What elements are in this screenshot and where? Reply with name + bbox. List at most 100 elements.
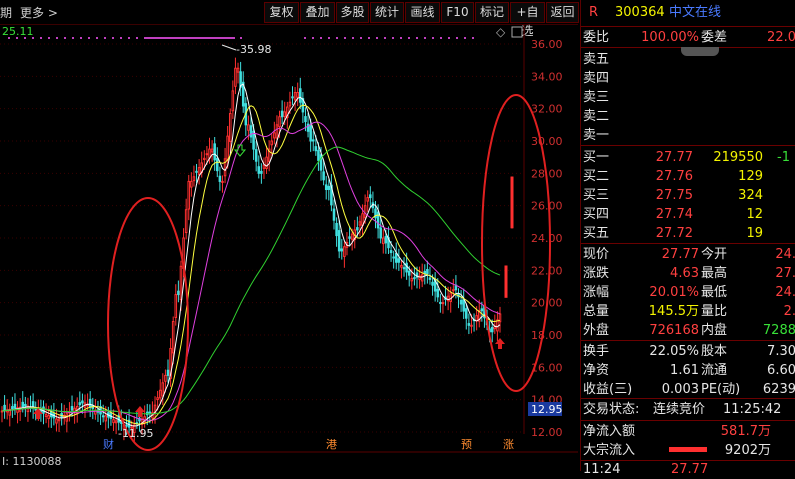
stat-value: 6.60	[767, 363, 795, 378]
candle-body	[262, 164, 266, 169]
candle-body	[3, 404, 6, 411]
candle-body	[366, 197, 369, 202]
signal-dot	[88, 37, 90, 39]
candle-body	[236, 67, 240, 73]
candle-body	[55, 418, 58, 424]
event-marker: 港	[326, 438, 337, 451]
stat-label: 收益(三)	[583, 382, 633, 397]
toolbar-button-0[interactable]: 复权	[264, 2, 299, 23]
candle-body	[112, 419, 115, 424]
axis-label: 12.00	[531, 426, 563, 439]
stock-name: 中文在线	[669, 5, 722, 20]
signal-dot	[416, 37, 418, 39]
signal-dot	[64, 37, 66, 39]
stat-value: 24.	[775, 285, 795, 300]
kline-chart[interactable]: 36.0034.0032.0030.0028.0026.0024.0022.00…	[0, 24, 578, 471]
axis-label: 34.00	[531, 70, 563, 83]
tick-time: 11:24	[583, 462, 621, 477]
signal-dot	[304, 37, 306, 39]
inflow-label: 净流入额	[583, 424, 636, 439]
toolbar-button-8[interactable]: 返回	[546, 2, 579, 23]
stat-value: 726168	[649, 323, 699, 338]
candle-body	[496, 319, 499, 332]
candle-body	[439, 301, 442, 304]
ma-value-label: 25.11	[2, 25, 34, 38]
candle-body	[57, 418, 61, 422]
candle-body	[278, 116, 281, 128]
candle-body	[203, 157, 206, 161]
candle-body	[34, 408, 37, 411]
candle-body	[70, 406, 74, 411]
stat-value: 0.003	[661, 382, 699, 397]
candle-body	[174, 294, 178, 318]
divider	[581, 145, 795, 146]
toolbar-button-7[interactable]: +自选	[510, 2, 545, 38]
stat-label: 换手	[583, 344, 610, 359]
weibi-value: 100.00%	[641, 30, 699, 45]
candle-body	[257, 166, 261, 174]
stat-label: 股本	[701, 344, 728, 359]
signal-dot	[352, 37, 354, 39]
candle-body	[420, 274, 424, 282]
divider	[581, 420, 795, 421]
candle-body	[195, 170, 198, 173]
candle-body	[510, 176, 514, 229]
candle-body	[260, 170, 263, 174]
buy-price: 27.75	[655, 188, 693, 203]
candle-body	[179, 265, 183, 301]
toolbar-button-2[interactable]: 多股	[336, 2, 369, 23]
buy-level-3: 买四 27.74 12	[581, 205, 795, 224]
stat-label: 最低	[701, 285, 728, 300]
candle-body	[156, 397, 159, 401]
candle-body	[228, 113, 232, 142]
candle-body	[369, 194, 372, 199]
candle-body	[348, 236, 351, 239]
stat-label: 外盘	[583, 323, 610, 338]
signal-dot	[96, 37, 98, 39]
axis-label: 26.00	[531, 200, 563, 213]
candle-body	[288, 101, 292, 107]
current-price-tag: 12.95	[531, 403, 563, 416]
candle-body	[197, 167, 201, 175]
divider	[581, 26, 795, 27]
signal-dot	[312, 37, 314, 39]
stat-value: 20.01%	[649, 285, 699, 300]
axis-label: 24.00	[531, 232, 563, 245]
signal-dot	[376, 37, 378, 39]
event-marker: 涨	[503, 438, 514, 451]
candle-body	[335, 222, 338, 237]
weibi-row: 委比 100.00% 委差 22.0	[581, 28, 795, 47]
period-label[interactable]: 期	[0, 4, 12, 21]
candle-body	[190, 180, 193, 188]
candle-body	[400, 264, 403, 268]
candle-body	[216, 157, 219, 172]
buy-price: 27.72	[655, 226, 693, 241]
candle-body	[436, 288, 440, 298]
candle-body	[322, 171, 325, 181]
toolbar-button-6[interactable]: 标记	[475, 2, 509, 23]
candle-body	[327, 185, 331, 191]
toolbar-button-5[interactable]: F10	[441, 2, 474, 23]
bulk-label: 大宗流入	[583, 443, 636, 458]
signal-dot	[344, 37, 346, 39]
more-menu[interactable]: 更多 >	[20, 4, 58, 21]
candle-body	[161, 382, 165, 397]
buy-extra: -1	[777, 150, 790, 165]
candle-body	[452, 289, 455, 292]
toolbar-button-1[interactable]: 叠加	[300, 2, 335, 23]
candle-body	[104, 415, 108, 422]
buy-label: 买一	[583, 150, 610, 165]
candle-body	[114, 420, 118, 424]
toolbar-button-4[interactable]: 画线	[405, 2, 440, 23]
buy-volume: 324	[738, 188, 763, 203]
candle-body	[314, 146, 318, 152]
candle-body	[270, 140, 274, 146]
toolbar-button-3[interactable]: 统计	[370, 2, 404, 23]
candle-body	[384, 235, 388, 244]
signal-dot	[408, 37, 410, 39]
sell-label: 卖二	[583, 109, 610, 124]
axis-label: 22.00	[531, 264, 563, 277]
stat-value: 6239	[762, 382, 795, 397]
stat-label: 流通	[701, 363, 728, 378]
stat-label: 量比	[701, 304, 728, 319]
